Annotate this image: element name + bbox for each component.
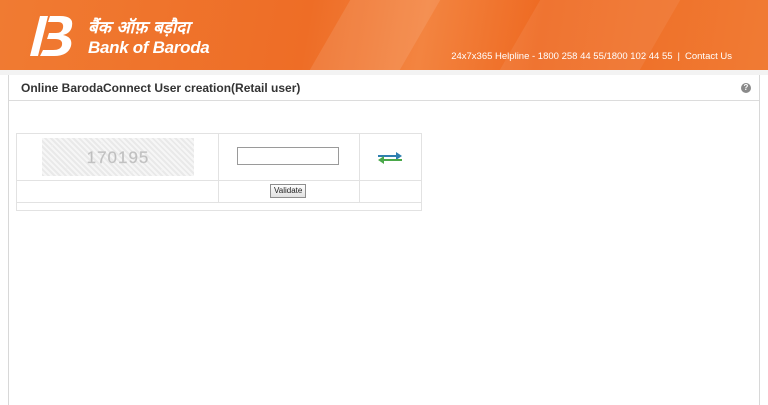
brand-name-english: Bank of Baroda [88,38,210,57]
panel-header: Online BarodaConnect User creation(Retai… [9,75,759,101]
captcha-image: 170195 [42,138,194,176]
table-cell [16,179,219,203]
helpline-bar: 24x7x365 Helpline - 1800 258 44 55/1800 … [451,51,732,62]
refresh-arrows-icon[interactable] [376,150,404,164]
site-header: बैंक ऑफ़ बड़ौदा Bank of Baroda 24x7x365 … [0,0,768,70]
page-title: Online BarodaConnect User creation(Retai… [21,81,301,95]
validate-button[interactable]: Validate [270,184,307,198]
helpline-text: 24x7x365 Helpline - 1800 258 44 55/1800 … [451,51,673,62]
bank-of-baroda-logo-icon[interactable] [30,14,76,58]
contact-us-link[interactable]: Contact Us [685,51,732,62]
table-cell [16,201,422,212]
captcha-text: 170195 [87,148,150,167]
helpline-separator: | [677,51,680,62]
table-cell [359,179,422,203]
question-icon[interactable]: ? [741,83,751,93]
brand-name-hindi: बैंक ऑफ़ बड़ौदा [88,18,190,38]
content-panel: Online BarodaConnect User creation(Retai… [8,75,760,405]
header-decoration [298,0,452,70]
captcha-input[interactable] [237,147,339,165]
